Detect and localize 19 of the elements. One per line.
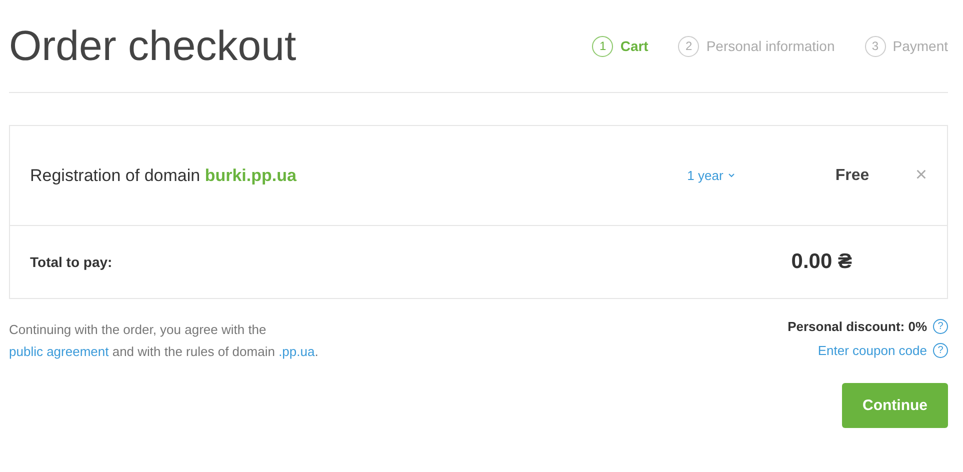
agreement-link[interactable]: public agreement [9,344,109,359]
chevron-down-icon [728,173,736,178]
total-label: Total to pay: [30,254,114,270]
total-amount: 0.00 ₴ [791,250,852,274]
page-title: Order checkout [9,22,296,70]
checkout-step[interactable]: 1 Cart [592,36,648,56]
help-icon[interactable]: ? [933,319,948,334]
checkout-step[interactable]: 2 Personal information [678,36,835,56]
help-icon[interactable]: ? [933,343,948,358]
item-price: Free [835,166,870,184]
checkout-step[interactable]: 3 Payment [864,36,948,56]
period-dropdown[interactable]: 1 year [687,168,736,183]
discount-label: Personal discount: 0% [788,319,927,334]
close-button[interactable]: × [915,164,927,187]
agreement-link[interactable]: .pp.ua [278,344,315,359]
coupon-link[interactable]: Enter coupon code [818,343,927,358]
continue-button[interactable]: Continue [842,383,948,428]
agreement-text: Continuing with the order, you agree with the public agreement and with the rules of domain .pp.ua. [9,321,320,361]
item-description: Registration of domain burki.pp.ua [30,166,298,186]
